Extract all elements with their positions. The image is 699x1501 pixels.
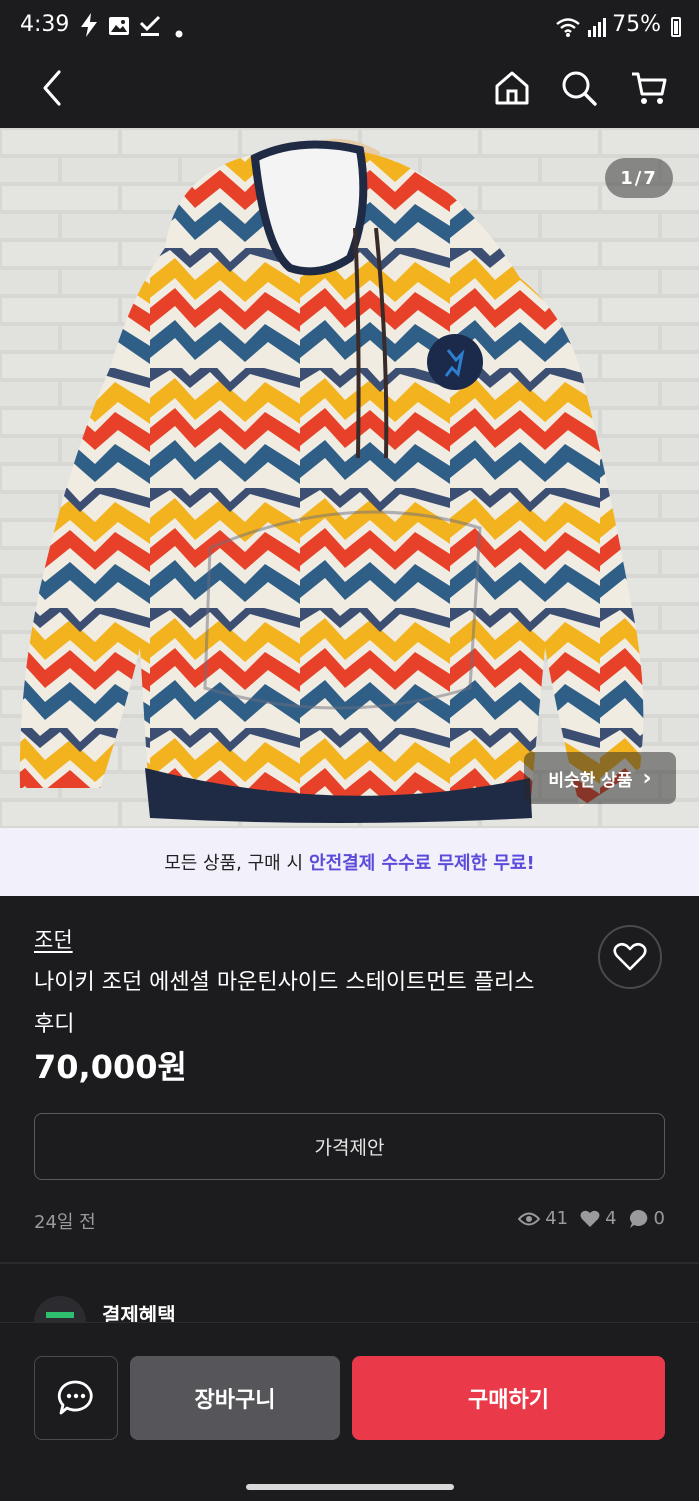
chevron-right-icon: › [642,765,652,791]
check-icon [139,14,161,43]
similar-products-label: 비슷한 상품 [548,770,633,791]
home-indicator [246,1484,454,1490]
back-icon [43,70,61,106]
heart-icon [613,942,647,971]
product-stats: 41 4 0 [512,1208,665,1229]
view-count: 41 [545,1208,569,1229]
bolt-icon [78,12,100,43]
dot-icon [174,20,184,44]
wifi-icon [555,16,581,43]
banner-highlight: 안전결제 수수료 무제한 무료! [309,853,535,874]
buy-now-button[interactable]: 구매하기 [352,1356,665,1440]
heart-filled-icon [580,1210,600,1227]
brand-link[interactable]: 조던 [34,924,73,954]
chat-count: 0 [653,1208,665,1229]
banner-prefix: 모든 상품, 구매 시 [164,853,304,874]
status-time: 4:39 [20,12,70,37]
product-image[interactable] [0,128,699,828]
price-offer-button[interactable]: 가격제안 [34,1113,665,1180]
home-icon [495,71,529,105]
battery-percent: 75% [612,12,661,37]
back-button[interactable] [26,62,78,114]
top-nav [0,52,699,128]
cart-button[interactable] [623,62,675,114]
signal-icon [587,16,607,43]
posted-time: 24일 전 [34,1212,96,1233]
product-price: 70,000원 [34,1048,187,1086]
chat-icon [57,1380,93,1415]
section-divider [0,1262,699,1264]
home-button[interactable] [486,62,538,114]
search-icon [562,71,597,106]
chat-button[interactable] [34,1356,118,1440]
cart-icon [632,72,667,104]
product-title: 나이키 조던 에센셜 마운틴사이드 스테이트먼트 플리스후디 [34,970,535,1037]
image-counter: 1/7 [605,158,673,198]
like-count: 4 [605,1208,617,1229]
wishlist-button[interactable] [598,925,662,989]
chat-bubble-icon [629,1209,647,1228]
add-to-cart-button[interactable]: 장바구니 [130,1356,340,1440]
search-button[interactable] [553,62,605,114]
safe-payment-banner[interactable]: 모든 상품, 구매 시 안전결제 수수료 무제한 무료! [0,828,699,896]
battery-icon [671,17,681,37]
eye-icon [518,1212,541,1225]
image-icon [108,16,130,41]
similar-products-button[interactable]: 비슷한 상품 › [524,752,676,804]
